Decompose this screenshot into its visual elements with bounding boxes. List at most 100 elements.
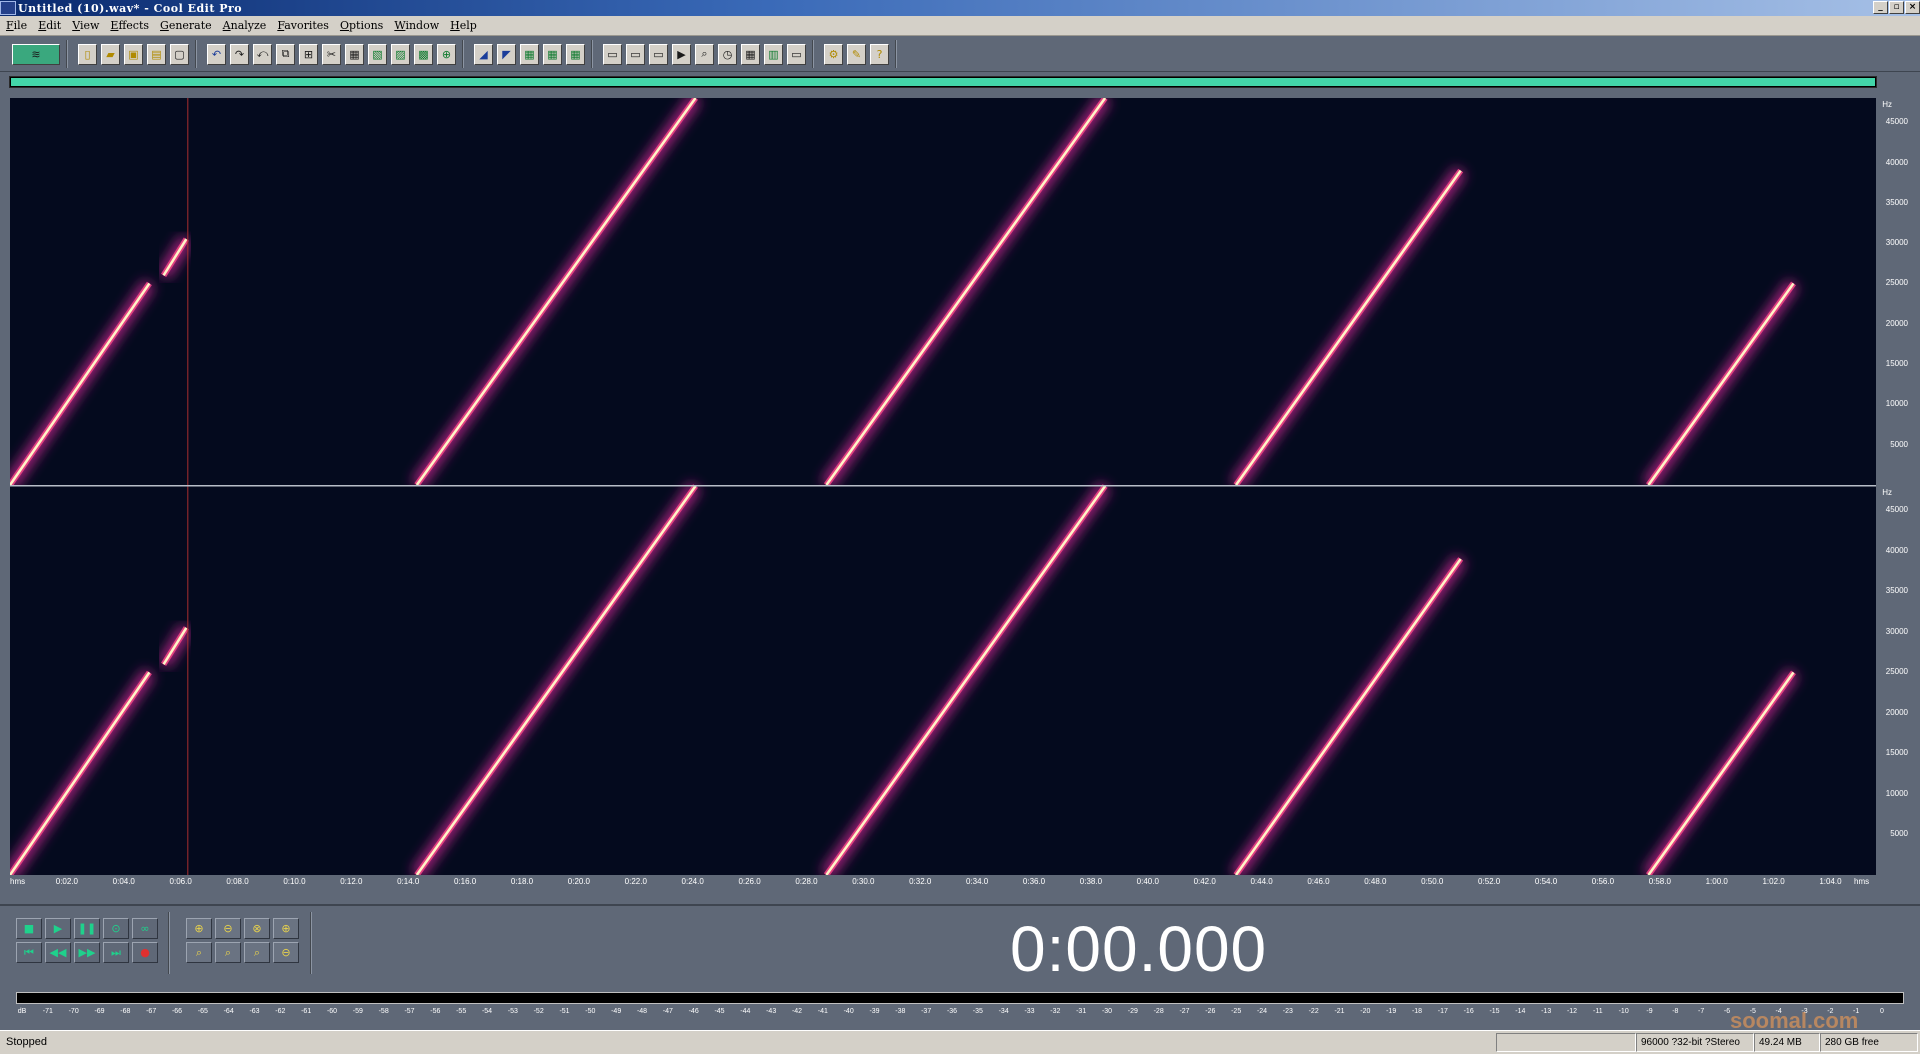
new-file-button[interactable]: ▯ bbox=[78, 43, 97, 65]
cut-icon: ✂ bbox=[326, 47, 337, 61]
rewind-button[interactable]: ◀◀ bbox=[45, 942, 71, 963]
overview-visible-range[interactable] bbox=[11, 78, 1875, 86]
open-file-button[interactable]: ▰ bbox=[101, 43, 120, 65]
zoom-left-button[interactable]: ⌕ bbox=[186, 942, 212, 963]
blank-icon: ▭ bbox=[791, 47, 802, 61]
restore-button[interactable]: ▫ bbox=[1889, 1, 1904, 14]
app-icon[interactable] bbox=[0, 1, 16, 15]
menu-window[interactable]: Window bbox=[394, 19, 439, 32]
menu-options[interactable]: Options bbox=[340, 19, 383, 32]
filter-button[interactable]: ▦ bbox=[543, 43, 562, 65]
level-tick-label: -67 bbox=[146, 1008, 157, 1015]
spectrogram-canvas[interactable] bbox=[10, 98, 1876, 875]
frequency-button[interactable]: ▭ bbox=[626, 43, 645, 65]
window-controls: _ ▫ × bbox=[1873, 1, 1920, 14]
clock-button[interactable]: ◷ bbox=[718, 43, 737, 65]
cut-button[interactable]: ✂ bbox=[322, 43, 341, 65]
help-button[interactable]: ? bbox=[870, 43, 889, 65]
time-tick-label: 0:50.0 bbox=[1421, 877, 1444, 886]
redo-button[interactable]: ↷ bbox=[230, 43, 249, 65]
settings-button[interactable]: ⚙ bbox=[824, 43, 843, 65]
level-meter-scale: dB -71 -70 -69 -68 -67 -66 -65 -64 -63 -62 -61 -60 -5… bbox=[16, 1008, 1896, 1018]
edit-button[interactable]: ✎ bbox=[847, 43, 866, 65]
level-tick-label: -8 bbox=[1672, 1008, 1679, 1015]
view-button[interactable]: ▭ bbox=[603, 43, 622, 65]
blank-button[interactable]: ▭ bbox=[787, 43, 806, 65]
grid-button[interactable]: ▦ bbox=[741, 43, 760, 65]
time-tick-label: 0:08.0 bbox=[226, 877, 249, 886]
record-button[interactable]: ● bbox=[132, 942, 158, 963]
level-tick-label: -68 bbox=[120, 1008, 131, 1015]
analysis-button[interactable]: ▭ bbox=[649, 43, 668, 65]
window-title: Untitled (10).wav* - Cool Edit Pro bbox=[18, 1, 243, 15]
play-to-end-button[interactable]: ⊙ bbox=[103, 918, 129, 939]
spectral-button[interactable]: ▦ bbox=[520, 43, 539, 65]
paste-button[interactable]: ▦ bbox=[345, 43, 364, 65]
copy-button[interactable]: ⧉ bbox=[276, 43, 295, 65]
zoom-full-button[interactable]: ⊗ bbox=[244, 918, 270, 939]
go-to-start-button[interactable]: ⏮ bbox=[16, 942, 42, 963]
mix-paste-icon: ▨ bbox=[395, 47, 406, 61]
play-tool-button[interactable]: ▶ bbox=[672, 43, 691, 65]
level-tick-label: -12 bbox=[1566, 1008, 1578, 1015]
undo-button[interactable]: ↶ bbox=[207, 43, 226, 65]
fade-icon: ◤ bbox=[502, 47, 511, 61]
zoom-selection-button[interactable]: ⌕ bbox=[244, 942, 270, 963]
envelope-icon: ◢ bbox=[479, 47, 488, 61]
pause-button[interactable]: ❚❚ bbox=[74, 918, 100, 939]
zoom-out-horizontal-button[interactable]: ⊖ bbox=[215, 918, 241, 939]
menu-file[interactable]: File bbox=[6, 19, 27, 32]
menu-generate[interactable]: Generate bbox=[160, 19, 212, 32]
level-tick-label: -64 bbox=[223, 1008, 234, 1015]
copy-new-button[interactable]: ⊞ bbox=[299, 43, 318, 65]
frequency-scale-left-channel: Hz 45000 40000 35000 30000 25000 20000 15000 100… bbox=[1876, 98, 1916, 485]
go-to-start-icon: ⏮ bbox=[24, 945, 34, 959]
overview-bar[interactable] bbox=[9, 76, 1877, 88]
menu-edit[interactable]: Edit bbox=[38, 19, 61, 32]
graph-eq-button[interactable]: ▦ bbox=[566, 43, 585, 65]
level-tick-label: -27 bbox=[1179, 1008, 1190, 1015]
loop-button[interactable]: ∞ bbox=[132, 918, 158, 939]
menu-favorites[interactable]: Favorites bbox=[277, 19, 329, 32]
menu-effects[interactable]: Effects bbox=[110, 19, 149, 32]
save-button[interactable]: ▣ bbox=[124, 43, 143, 65]
fade-button[interactable]: ◤ bbox=[497, 43, 516, 65]
color-bars-button[interactable]: ▥ bbox=[764, 43, 783, 65]
menu-analyze[interactable]: Analyze bbox=[223, 19, 267, 32]
save-all-button[interactable]: ▤ bbox=[147, 43, 166, 65]
time-tick-label: 0:36.0 bbox=[1022, 877, 1046, 886]
trim-button[interactable]: ▩ bbox=[414, 43, 433, 65]
spectral-view[interactable] bbox=[10, 98, 1876, 875]
time-ruler[interactable]: hms hms 0:02.0 0:04.0 0:06.0 0:08.0 0:10.0 0:12… bbox=[10, 875, 1876, 893]
time-tick-label: 0:22.0 bbox=[624, 877, 647, 886]
toolbar-group: ⚙ ✎? bbox=[818, 40, 897, 68]
stop-button[interactable]: ■ bbox=[16, 918, 42, 939]
menu-view[interactable]: View bbox=[72, 19, 99, 32]
level-tick-label: dB bbox=[17, 1008, 27, 1015]
frequency-tick-label: 40000 bbox=[1885, 157, 1908, 167]
zoom-out-vertical-button[interactable]: ⊖ bbox=[273, 942, 299, 963]
level-tick-label: -50 bbox=[585, 1008, 596, 1015]
minimize-button[interactable]: _ bbox=[1873, 1, 1888, 14]
view-icon: ▭ bbox=[607, 47, 618, 61]
zoom-in-horizontal-button[interactable]: ⊕ bbox=[186, 918, 212, 939]
waveform-view-button[interactable]: ≋ bbox=[12, 43, 60, 65]
play-icon: ▶ bbox=[53, 922, 63, 935]
go-to-end-button[interactable]: ⏭ bbox=[103, 942, 129, 963]
repeat-button[interactable]: ⤺ bbox=[253, 43, 272, 65]
silence-button[interactable]: ⊕ bbox=[437, 43, 456, 65]
level-tick-label: -33 bbox=[1024, 1008, 1035, 1015]
fast-forward-button[interactable]: ▶▶ bbox=[74, 942, 100, 963]
play-button[interactable]: ▶ bbox=[45, 918, 71, 939]
level-tick-label: -25 bbox=[1231, 1008, 1242, 1015]
new-file-icon: ▯ bbox=[84, 47, 91, 61]
zoom-in-vertical-button[interactable]: ⊕ bbox=[273, 918, 299, 939]
close-button[interactable]: × bbox=[1905, 1, 1920, 14]
zoom-right-button[interactable]: ⌕ bbox=[215, 942, 241, 963]
menu-help[interactable]: Help bbox=[450, 19, 477, 32]
close-file-button[interactable]: ▢ bbox=[170, 43, 189, 65]
paste-new-button[interactable]: ▧ bbox=[368, 43, 387, 65]
zoom-tool-button[interactable]: ⌕ bbox=[695, 43, 714, 65]
mix-paste-button[interactable]: ▨ bbox=[391, 43, 410, 65]
envelope-button[interactable]: ◢ bbox=[474, 43, 493, 65]
